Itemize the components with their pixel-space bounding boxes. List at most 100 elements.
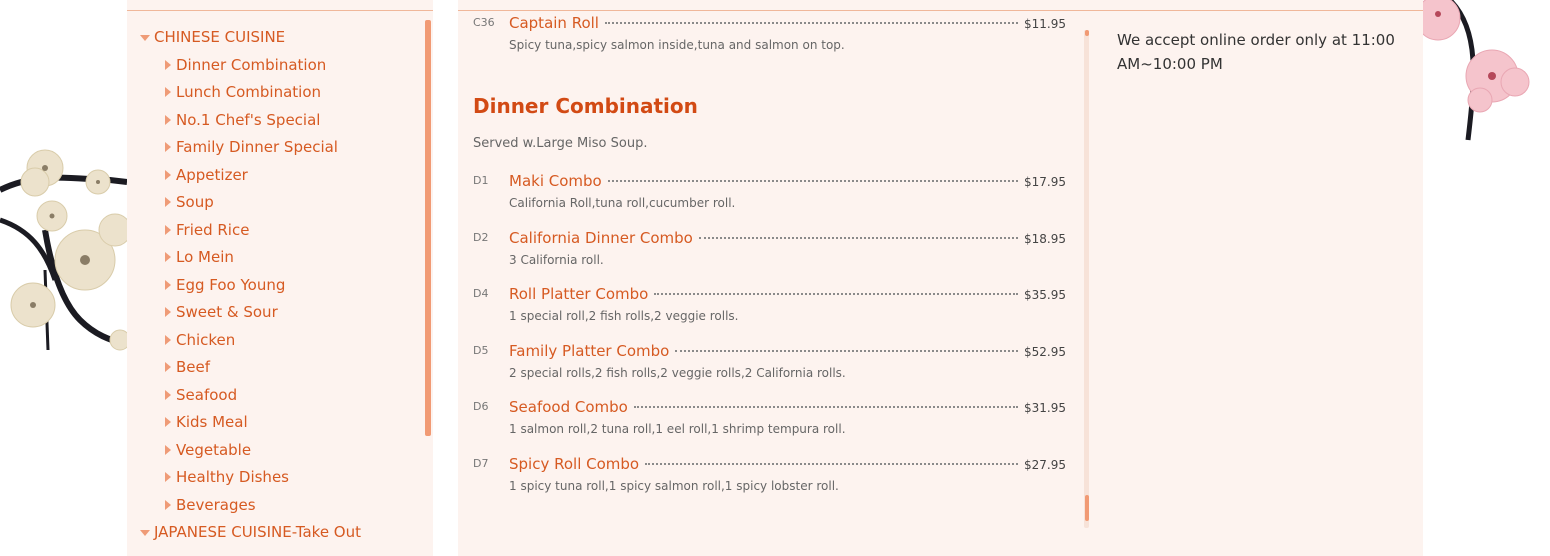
item-code: D6 [473,400,489,413]
menu-scrollbar-track[interactable] [1084,30,1089,528]
item-description: 1 salmon roll,2 tuna roll,1 eel roll,1 s… [509,422,846,436]
menu-item: D5 Family Platter Combo $52.95 2 special ro… [473,338,1066,395]
item-description: Spicy tuna,spicy salmon inside,tuna and … [509,38,845,52]
nav-subcategory[interactable]: Lo Mein [127,244,425,272]
item-description: 3 California roll. [509,252,604,267]
dotted-leader [675,349,1018,352]
item-line: California Dinner Combo $18.95 [509,229,1066,247]
caret-right-icon [165,472,171,482]
menu-item: D2 California Dinner Combo $18.95 3 Califor… [473,225,1066,282]
caret-right-icon [165,87,171,97]
dotted-leader [604,22,1018,24]
caret-right-icon [165,114,171,125]
item-name-link[interactable]: Captain Roll [509,14,599,32]
item-line: Spicy Roll Combo $27.95 [509,455,1066,473]
nav-subcategory[interactable]: Beverages [127,492,425,520]
nav-subcategory[interactable]: Kids Meal [127,409,425,437]
nav-subcategory-label: Kids Meal [176,413,248,431]
menu-content: C36 Captain Roll $11.95 Spicy tuna,spicy… [458,0,1093,556]
item-name-link[interactable]: California Dinner Combo [509,229,693,247]
nav-subcategory[interactable]: Beef [127,354,425,382]
menu-item: D7 Spicy Roll Combo $27.95 1 spicy tuna rol… [473,451,1066,508]
item-description: California Roll,tuna roll,cucumber roll. [509,196,736,210]
nav-subcategory-label: No.1 Chef's Special [176,110,321,129]
caret-down-icon [140,530,150,536]
nav-subcategory-label: Family Dinner Special [176,138,338,156]
category-title: Dinner Combination [473,94,698,118]
item-price: $18.95 [1024,231,1066,246]
page: CHINESE CUISINE Dinner Combination Lunch C… [0,0,1550,556]
nav-subcategory[interactable]: Family Dinner Special [127,134,425,162]
sidebar-scrollbar[interactable] [425,20,431,436]
item-price: $31.95 [1024,401,1066,415]
item-description: 1 special roll,2 fish rolls,2 veggie rol… [509,309,739,323]
caret-right-icon [165,499,171,510]
dotted-leader [607,180,1018,182]
category-sidebar: CHINESE CUISINE Dinner Combination Lunch C… [127,0,433,556]
nav-subcategory-label: Chicken [176,330,236,349]
nav-subcategory[interactable]: Healthy Dishes [127,464,425,492]
nav-subcategory[interactable]: Soup [127,189,425,217]
nav-category-label: CHINESE CUISINE [154,28,286,46]
caret-right-icon [165,279,171,290]
item-price: $27.95 [1024,457,1066,472]
nav-subcategory[interactable]: Egg Foo Young [127,272,425,300]
nav-category[interactable]: JAPANESE CUISINE-Take Out [127,519,425,547]
item-name-link[interactable]: Family Platter Combo [509,342,669,360]
nav-subcategory-label: Beverages [176,495,256,514]
nav-subcategory[interactable]: Lunch Combination [127,79,425,107]
nav-subcategory[interactable]: Fried Rice [127,217,425,245]
item-line: Roll Platter Combo $35.95 [509,285,1066,303]
menu-item: D1 Maki Combo $17.95 California Roll,tuna r… [473,168,1066,225]
dotted-leader [698,236,1018,239]
nav-subcategory[interactable]: Seafood [127,382,425,410]
nav-subcategory[interactable]: Vegetable [127,437,425,465]
item-name-link[interactable]: Maki Combo [509,172,602,190]
dotted-leader [645,462,1018,465]
nav-subcategory-label: Sweet & Sour [176,303,278,321]
caret-right-icon [165,224,171,235]
nav-subcategory-label: Soup [176,193,214,211]
menu-scrollbar-thumb[interactable] [1085,495,1089,521]
caret-right-icon [165,252,171,262]
menu-scrollbar-cap [1085,30,1089,36]
blossom-branch-right-decoration [1420,0,1530,141]
caret-right-icon [165,59,171,70]
menu-item: D6 Seafood Combo $31.95 1 salmon roll,2 tun… [473,394,1066,451]
caret-right-icon [165,142,171,152]
dotted-leader [654,293,1018,295]
nav-subcategory[interactable]: Sweet & Sour [127,299,425,327]
item-code: D7 [473,456,489,470]
caret-right-icon [165,444,171,455]
nav-subcategory[interactable]: No.1 Chef's Special [127,107,425,135]
item-name-link[interactable]: Roll Platter Combo [509,285,648,303]
caret-right-icon [165,334,171,345]
nav-subcategory[interactable]: Dinner Combination [127,52,425,80]
nav-subcategory[interactable]: Chicken [127,327,425,355]
nav-subcategory-label: Healthy Dishes [176,468,289,486]
item-code: D2 [473,230,489,244]
item-description: 2 special rolls,2 fish rolls,2 veggie ro… [509,365,846,380]
item-code: D4 [473,287,489,300]
item-name-link[interactable]: Seafood Combo [509,398,628,416]
caret-down-icon [140,35,150,41]
nav-subcategory-label: Fried Rice [176,220,250,239]
caret-right-icon [165,169,171,180]
item-code: C36 [473,16,495,29]
caret-right-icon [165,197,171,207]
nav-subcategory-label: Seafood [176,385,238,404]
nav-subcategory[interactable]: Appetizer [127,162,425,190]
item-name-link[interactable]: Spicy Roll Combo [509,455,639,473]
category-nav: CHINESE CUISINE Dinner Combination Lunch C… [127,24,425,547]
nav-subcategory-label: Dinner Combination [176,55,327,74]
nav-category[interactable]: CHINESE CUISINE [127,24,425,52]
item-price: $11.95 [1024,17,1066,31]
category-description: Served w.Large Miso Soup. [473,136,648,151]
item-line: Family Platter Combo $52.95 [509,342,1066,360]
nav-subcategory-label: Appetizer [176,165,248,184]
item-price: $35.95 [1024,288,1066,302]
nav-subcategory-label: Lo Mein [176,248,234,266]
menu-item-clipped: C36 Captain Roll $11.95 [473,14,1066,36]
menu-item-list: D1 Maki Combo $17.95 California Roll,tuna r… [473,168,1066,507]
item-code: D1 [473,174,489,187]
